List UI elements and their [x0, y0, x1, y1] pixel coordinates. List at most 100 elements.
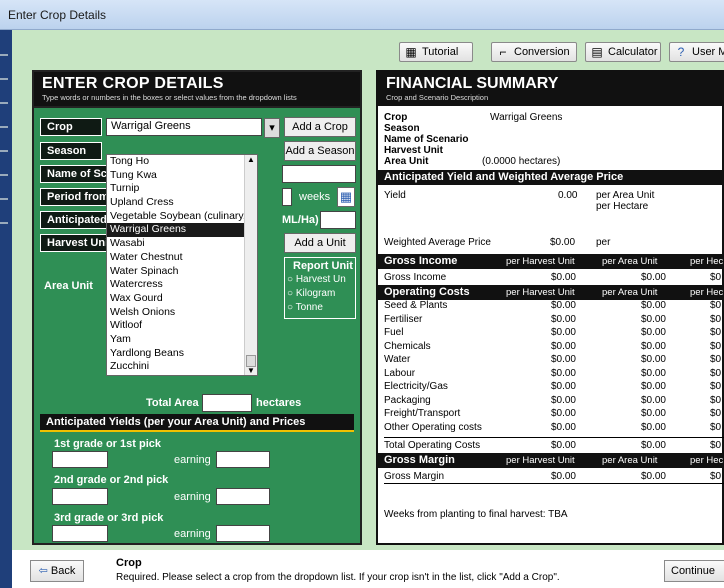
crop-option[interactable]: Water Chestnut [107, 251, 245, 265]
op-cost-a: $0.00 [640, 354, 666, 365]
summary-crop-value: Warrigal Greens [490, 112, 563, 123]
calculator-label: Calculator [608, 46, 658, 58]
col-area: per Area Unit [602, 455, 658, 466]
op-cost-e: $0 [710, 408, 722, 419]
crop-option[interactable]: Yam [107, 333, 245, 347]
crop-option[interactable]: Witloof [107, 319, 245, 333]
crop-option[interactable]: Wax Gourd [107, 292, 245, 306]
yields-header: Anticipated Yields (per your Area Unit) … [40, 414, 354, 432]
app-body: ▦ Tutorial ⌐ Conversion ▤ Calculator ? User … [12, 30, 724, 588]
op-cost-e: $0 [710, 367, 722, 379]
op-cost-h: $0.00 [550, 354, 576, 365]
col-hectare: per Hec [690, 256, 724, 267]
weeks-label: weeks [299, 191, 331, 203]
weeks-to-harvest: Weeks from planting to final harvest: TB… [384, 509, 568, 520]
gross-margin-header-label: Gross Margin [384, 454, 455, 466]
crop-option[interactable]: Upland Cress [107, 196, 245, 210]
crop-option-selected[interactable]: Warrigal Greens [107, 223, 245, 238]
dropdown-scrollbar[interactable]: ▲ ▼ [244, 155, 257, 375]
op-cost-a: $0.00 [640, 394, 666, 406]
footer-heading: Crop [116, 557, 142, 569]
wap-label: Weighted Average Price [384, 237, 491, 248]
ruler-icon: ⌐ [499, 45, 507, 59]
grade-1-yield-input[interactable] [52, 451, 108, 468]
op-cost-h: $0.00 [550, 327, 576, 338]
calculator-button[interactable]: ▤ Calculator [585, 42, 661, 62]
op-cost-label: Freight/Transport [384, 408, 461, 419]
tutorial-button[interactable]: ▦ Tutorial [399, 42, 473, 62]
total-op-e: $0 [710, 440, 722, 451]
crop-option[interactable]: Tung Kwa [107, 169, 245, 183]
op-cost-label: Packaging [384, 394, 431, 406]
crop-select-value: Warrigal Greens [111, 120, 191, 132]
water-input[interactable] [320, 211, 356, 229]
op-cost-label: Other Operating costs [384, 421, 482, 433]
add-crop-button[interactable]: Add a Crop [284, 117, 356, 137]
period-input[interactable] [282, 188, 292, 206]
crop-option[interactable]: Turnip [107, 182, 245, 196]
grade-1-price-input[interactable] [216, 451, 270, 468]
operating-costs-header-label: Operating Costs [384, 286, 470, 298]
crop-option[interactable]: Yardlong Beans [107, 347, 245, 361]
crop-option[interactable]: Wasabi [107, 237, 245, 251]
total-area-label: Total Area [146, 397, 199, 409]
report-option-tonne[interactable]: ○ Tonne [287, 302, 323, 313]
op-cost-h: $0.00 [550, 408, 576, 419]
crop-option[interactable]: Welsh Onions [107, 306, 245, 320]
background-window-edge [0, 30, 12, 588]
op-cost-label: Fertiliser [384, 313, 423, 325]
gross-income-label: Gross Income [384, 272, 447, 283]
op-cost-h: $0.00 [550, 394, 576, 406]
grade-2-yield-input[interactable] [52, 488, 108, 505]
op-cost-a: $0.00 [640, 300, 666, 311]
op-cost-a: $0.00 [640, 408, 666, 419]
crop-option[interactable]: Zucchini [107, 360, 245, 374]
col-harvest: per Harvest Unit [506, 256, 575, 267]
crop-dropdown-list[interactable]: Tong Ho Tung Kwa Turnip Upland Cress Veg… [106, 154, 258, 376]
continue-button[interactable]: Continue [664, 560, 724, 582]
calendar-icon[interactable]: ▦ [337, 187, 355, 207]
financial-summary-panel: FINANCIAL SUMMARY Crop and Scenario Desc… [376, 70, 724, 545]
footer-bar: ⇦ Back Crop Required. Please select a cr… [12, 550, 724, 588]
grade-2-price-input[interactable] [216, 488, 270, 505]
scroll-down-icon[interactable]: ▼ [245, 366, 257, 375]
back-button[interactable]: ⇦ Back [30, 560, 84, 582]
add-unit-button[interactable]: Add a Unit [284, 233, 356, 253]
right-panel-header: FINANCIAL SUMMARY Crop and Scenario Desc… [378, 72, 724, 106]
user-manual-button[interactable]: ? User Ma [669, 42, 724, 62]
crop-option[interactable]: Watercress [107, 278, 245, 292]
chevron-down-icon[interactable]: ▾ [264, 118, 280, 138]
yield-value: 0.00 [558, 190, 578, 201]
report-option-harvest[interactable]: ○ Harvest Un [287, 274, 346, 285]
report-option-kilogram[interactable]: ○ Kilogram [287, 288, 335, 299]
crop-select[interactable]: Warrigal Greens [106, 118, 262, 136]
wap-value: $0.00 [550, 237, 576, 248]
op-cost-e: $0 [710, 421, 722, 433]
add-season-button[interactable]: Add a Season [284, 141, 356, 161]
right-panel-title: FINANCIAL SUMMARY [386, 75, 559, 92]
divider [384, 483, 724, 484]
op-cost-a: $0.00 [640, 340, 666, 352]
left-panel-header: ENTER CROP DETAILS Type words or numbers… [34, 72, 360, 106]
total-area-input[interactable] [202, 394, 252, 412]
op-cost-e: $0 [710, 327, 722, 338]
grade-3-price-input[interactable] [216, 525, 270, 542]
summary-crop-label: Crop [384, 112, 408, 123]
op-cost-a: $0.00 [640, 367, 666, 379]
grade-3-yield-input[interactable] [52, 525, 108, 542]
col-hectare: per Hec [690, 455, 724, 466]
col-area: per Area Unit [602, 287, 658, 298]
crop-option[interactable]: Water Spinach [107, 265, 245, 279]
conversion-button[interactable]: ⌐ Conversion [491, 42, 577, 62]
crop-option[interactable]: Vegetable Soybean (culinary, [107, 210, 245, 224]
help-icon: ? [677, 45, 685, 59]
gross-margin-header: Gross Margin per Harvest Unit per Area Uni… [378, 453, 724, 468]
op-cost-h: $0.00 [550, 340, 576, 352]
scroll-up-icon[interactable]: ▲ [245, 155, 257, 164]
op-cost-e: $0 [710, 300, 722, 311]
left-panel-title: ENTER CROP DETAILS [42, 75, 224, 92]
scenario-input[interactable] [282, 165, 356, 183]
earning-1-label: earning [174, 454, 211, 466]
left-panel-subtitle: Type words or numbers in the boxes or se… [42, 93, 297, 102]
crop-option[interactable]: Tong Ho [107, 155, 245, 169]
